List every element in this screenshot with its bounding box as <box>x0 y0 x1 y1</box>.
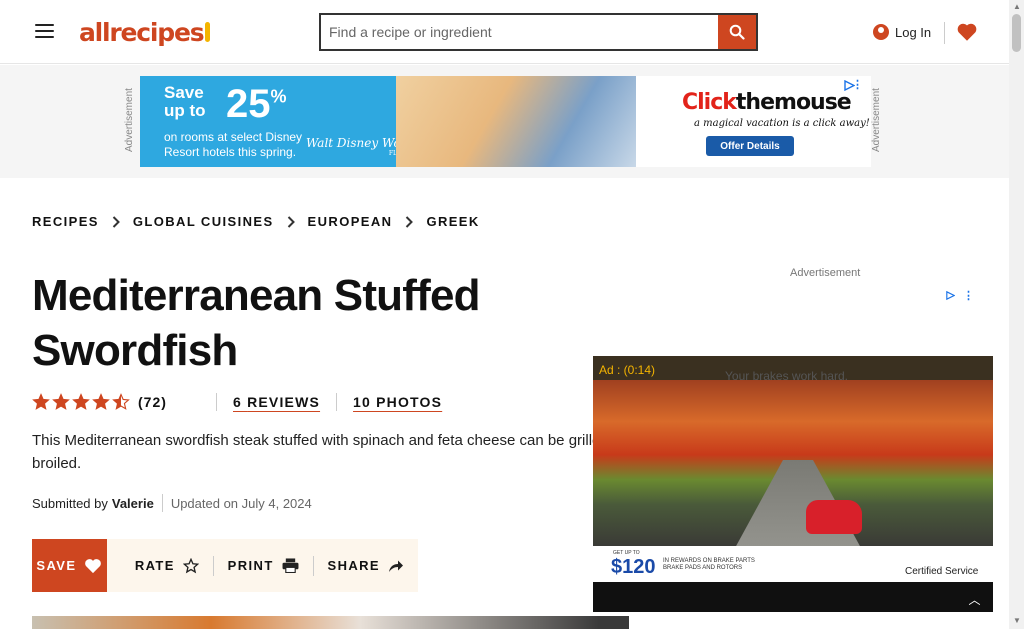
chevron-up-icon[interactable]: ︿ <box>962 587 987 611</box>
star-icon <box>72 393 90 410</box>
ad-save-text: Save up to <box>164 83 206 120</box>
star-icon <box>52 393 70 410</box>
ct-c: mouse <box>774 90 852 115</box>
search-button[interactable] <box>718 15 756 49</box>
ad-side-label-left: Advertisement <box>124 88 135 152</box>
ct-b: the <box>735 90 775 115</box>
save-label: SAVE <box>36 558 77 573</box>
ad-percent: 25% <box>226 82 287 127</box>
disney-ad-panel: Save up to 25% on rooms at select Disney… <box>140 76 636 167</box>
rating-count[interactable]: (72) <box>138 394 200 410</box>
page: allrecipes Log In ▲ ▼ Advert <box>0 0 1024 629</box>
ad-options-icon[interactable]: ⋮ <box>852 80 863 91</box>
breadcrumb-recipes[interactable]: RECIPES <box>32 212 99 232</box>
ct-a: Click <box>682 90 737 115</box>
ad-terms: on rooms at select Disney Resort hotels … <box>164 130 303 159</box>
ad-percent-value: 25 <box>226 82 271 126</box>
ad-side-label-right: Advertisement <box>871 88 882 152</box>
meta-divider <box>216 393 217 411</box>
site-header: allrecipes Log In <box>0 0 1009 64</box>
header-divider <box>944 22 945 44</box>
ratings-row: (72) 6 REVIEWS 10 PHOTOS <box>32 392 442 412</box>
search-bar <box>319 13 758 51</box>
top-ad-banner[interactable]: Save up to 25% on rooms at select Disney… <box>140 76 871 167</box>
video-frame <box>593 380 993 570</box>
chevron-right-icon <box>274 216 308 228</box>
search-input[interactable] <box>321 15 718 49</box>
page-title: Mediterranean Stuffed Swordfish <box>32 271 481 375</box>
chevron-right-icon <box>392 216 426 228</box>
author-link[interactable]: Valerie <box>112 496 154 511</box>
ad-timer: Ad : (0:14) <box>599 363 656 377</box>
heart-icon <box>85 558 102 573</box>
login-label: Log In <box>895 24 932 40</box>
scroll-thumb[interactable] <box>1012 14 1021 52</box>
photos-link[interactable]: 10 PHOTOS <box>353 394 442 410</box>
reviews-label: REVIEWS <box>247 394 321 410</box>
submitted-by-label: Submitted by <box>32 495 108 511</box>
car-graphic <box>806 500 862 534</box>
ad-fine-print: IN REWARDS ON BRAKE PARTS BRAKE PADS AND… <box>663 558 755 571</box>
scroll-up-icon[interactable]: ▲ <box>1013 2 1021 11</box>
star-icon <box>32 393 50 410</box>
star-icon <box>112 393 130 410</box>
ad-photo <box>396 76 636 167</box>
print-button[interactable]: PRINT <box>214 554 313 578</box>
video-mute-control[interactable] <box>649 526 689 552</box>
clickthemouse-ad-panel: Clickthemouse a magical vacation is a cl… <box>636 76 871 167</box>
share-button[interactable]: SHARE <box>314 554 419 578</box>
right-ad-choices: ⋮ <box>946 288 974 302</box>
saved-recipes-button[interactable] <box>955 18 979 46</box>
recipe-hero-image[interactable] <box>32 616 629 629</box>
ad-price: $120 <box>611 556 656 578</box>
rating-stars[interactable] <box>32 393 130 411</box>
page-scrollbar[interactable]: ▲ ▼ <box>1009 0 1024 629</box>
ad-options-icon[interactable]: ⋮ <box>963 289 974 302</box>
right-ad-label: Advertisement <box>790 267 861 279</box>
print-label: PRINT <box>227 558 274 573</box>
share-label: SHARE <box>327 558 381 573</box>
allrecipes-logo[interactable]: allrecipes <box>79 15 210 49</box>
byline-divider <box>161 494 163 512</box>
login-button[interactable]: Log In <box>867 19 934 45</box>
certified-service: Certified Service <box>905 566 979 577</box>
hamburger-menu-icon[interactable] <box>31 18 58 44</box>
breadcrumb-global-cuisines[interactable]: GLOBAL CUISINES <box>133 212 274 232</box>
star-outline-icon <box>182 557 199 573</box>
ad-tagline: a magical vacation is a click away! <box>694 118 870 129</box>
video-info-control[interactable] <box>697 526 737 552</box>
user-icon <box>873 24 889 40</box>
adchoices-icon[interactable] <box>946 290 955 301</box>
rate-button[interactable]: RATE <box>121 554 213 578</box>
rate-label: RATE <box>134 558 175 573</box>
breadcrumb-greek[interactable]: GREEK <box>426 212 479 232</box>
share-icon <box>389 560 404 572</box>
video-play-control[interactable] <box>603 526 643 552</box>
video-ad-player[interactable]: Ad : (0:14) Your brakes work hard. GET U… <box>593 356 993 612</box>
logo-mark-icon <box>205 22 210 42</box>
scroll-down-icon[interactable]: ▼ <box>1013 616 1021 625</box>
ad-percent-sign: % <box>270 86 287 107</box>
search-icon <box>729 24 745 40</box>
offer-details-button[interactable]: Offer Details <box>706 136 794 156</box>
breadcrumb: RECIPES GLOBAL CUISINES EUROPEAN GREEK <box>32 212 480 232</box>
printer-icon <box>282 558 299 573</box>
heart-icon <box>957 23 977 41</box>
reviews-count: 6 <box>233 394 248 410</box>
reviews-link[interactable]: 6 REVIEWS <box>233 394 320 410</box>
recipe-action-bar: SAVE RATE PRINT SHARE <box>32 539 418 592</box>
breadcrumb-european[interactable]: EUROPEAN <box>308 212 393 232</box>
logo-text: allrecipes <box>79 17 205 47</box>
save-button[interactable]: SAVE <box>32 539 107 592</box>
clickthemouse-logo: Clickthemouse <box>682 90 852 115</box>
byline: Submitted by Valerie Updated on July 4, … <box>32 494 312 512</box>
star-icon <box>92 393 110 410</box>
updated-date: Updated on July 4, 2024 <box>170 495 312 511</box>
meta-divider <box>336 393 338 411</box>
chevron-right-icon <box>99 216 133 228</box>
recipe-description: This Mediterranean swordfish steak stuff… <box>32 432 627 472</box>
